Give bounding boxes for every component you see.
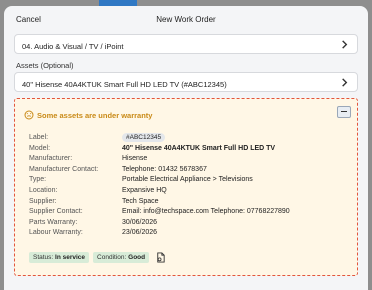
- detail-label: Label:: [29, 134, 49, 141]
- detail-value: Tech Space: [122, 197, 159, 205]
- asset-label-chip: #ABC12345: [122, 133, 166, 142]
- detail-label: Type:: [29, 176, 47, 184]
- modal-title: New Work Order: [156, 15, 216, 24]
- status-badge: Status: In service: [29, 252, 90, 263]
- detail-value: Email: info@techspace.com Telephone: 077…: [122, 208, 290, 216]
- warning-circle-icon: [24, 110, 34, 120]
- detail-value: 30/06/2026: [122, 218, 158, 226]
- modal-header: Cancel New Work Order: [4, 6, 368, 34]
- detail-label: Manufacturer:: [29, 155, 73, 163]
- warranty-title: Some assets are under warranty: [37, 110, 153, 120]
- chevron-right-icon: [342, 40, 348, 49]
- detail-label: Parts Warranty:: [29, 218, 78, 226]
- detail-value: Portable Electrical Appliance > Televisi…: [122, 176, 253, 184]
- detail-label: Labour Warranty:: [29, 229, 83, 237]
- document-icon[interactable]: [155, 252, 166, 263]
- detail-label: Supplier:: [29, 197, 57, 205]
- detail-label: Manufacturer Contact:: [29, 165, 99, 173]
- asset-badges: Status: In service Condition: Good: [29, 252, 166, 263]
- assets-select-value: 40" Hisense 40A4KTUK Smart Full HD LED T…: [22, 80, 227, 89]
- detail-value: 23/06/2026: [122, 229, 158, 237]
- new-work-order-modal: Cancel New Work Order 04. Audio & Visual…: [4, 6, 368, 290]
- category-select[interactable]: 04. Audio & Visual / TV / iPoint: [14, 34, 358, 54]
- assets-label: Assets (Optional): [16, 61, 74, 70]
- category-select-value: 04. Audio & Visual / TV / iPoint: [22, 42, 124, 51]
- detail-value: Expansive HQ: [122, 186, 167, 194]
- warranty-panel: Some assets are under warranty Label: #A…: [14, 98, 358, 276]
- detail-label: Model:: [29, 144, 51, 152]
- assets-select[interactable]: 40" Hisense 40A4KTUK Smart Full HD LED T…: [14, 72, 358, 92]
- detail-label: Location:: [29, 186, 58, 194]
- detail-label: Supplier Contact:: [29, 208, 83, 216]
- detail-value: 40" Hisense 40A4KTUK Smart Full HD LED T…: [122, 144, 276, 152]
- collapse-button[interactable]: [337, 106, 351, 118]
- detail-value: Hisense: [122, 155, 148, 163]
- warranty-header: Some assets are under warranty: [24, 109, 152, 121]
- condition-badge: Condition: Good: [93, 252, 150, 263]
- chevron-right-icon: [342, 78, 348, 87]
- detail-value: Telephone: 01432 5678367: [122, 165, 207, 173]
